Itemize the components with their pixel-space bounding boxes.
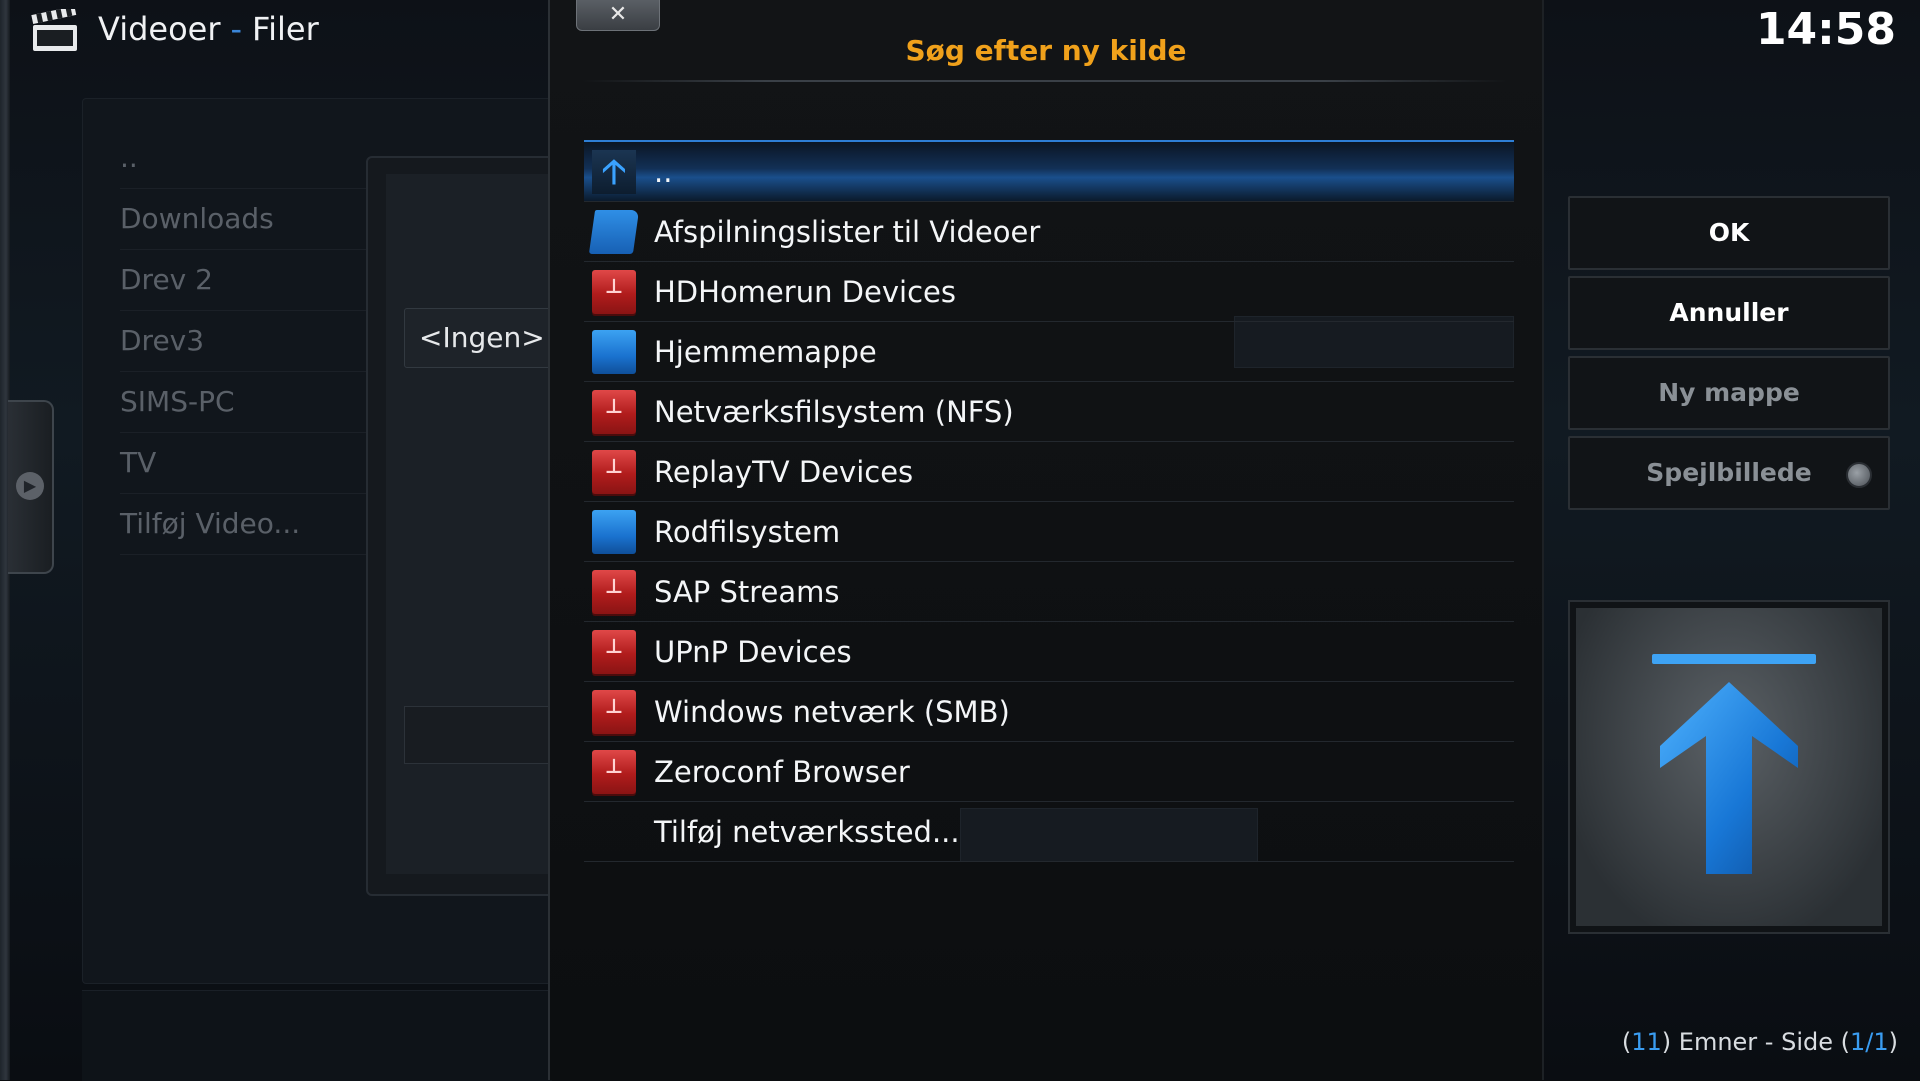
folder-icon <box>588 209 640 254</box>
breadcrumb-separator: - <box>230 10 243 48</box>
network-drive-icon <box>592 689 636 734</box>
file-list-item-label: .. <box>654 154 673 189</box>
network-drive-icon <box>592 629 636 674</box>
item-count-value: 11 <box>1631 1028 1662 1056</box>
new-folder-button[interactable]: Ny mappe <box>1568 356 1890 430</box>
file-list-item[interactable]: Hjemmemappe <box>584 322 1514 382</box>
preview-thumbnail <box>1568 600 1890 934</box>
paren-close: ) <box>1888 1028 1898 1056</box>
file-list-item[interactable]: HDHomerun Devices <box>584 262 1514 322</box>
item-count-text: ) Emner - Side ( <box>1661 1028 1850 1056</box>
clock: 14:58 <box>1755 4 1896 55</box>
side-menu-tab[interactable]: ▶ <box>8 400 54 574</box>
dialog-title: Søg efter ny kilde <box>905 34 1187 67</box>
up-arrow-icon <box>1652 654 1816 874</box>
clapperboard-icon <box>30 6 80 53</box>
file-list-item-label: ReplayTV Devices <box>654 454 914 489</box>
file-list-item[interactable]: UPnP Devices <box>584 622 1514 682</box>
file-list-item-label: Windows netværk (SMB) <box>654 694 1010 729</box>
file-list-item[interactable]: 🡡.. <box>584 140 1514 202</box>
network-drive-icon <box>592 269 636 314</box>
subsection-label: Filer <box>252 10 319 48</box>
file-list-item[interactable]: Zeroconf Browser <box>584 742 1514 802</box>
file-list-item-label: Hjemmemappe <box>654 334 877 369</box>
file-list-item[interactable]: Tilføj netværkssted... <box>584 802 1514 862</box>
file-list-item-label: Rodfilsystem <box>654 514 841 549</box>
close-button[interactable]: ✕ <box>576 0 660 31</box>
file-list-item-label: Netværksfilsystem (NFS) <box>654 394 1014 429</box>
content-type-selector[interactable]: <Ingen> <box>404 308 570 368</box>
network-drive-icon <box>592 569 636 614</box>
file-list-item[interactable]: Afspilningslister til Videoer <box>584 202 1514 262</box>
paren-open: ( <box>1621 1028 1632 1056</box>
drive-icon <box>592 509 636 554</box>
mirror-label: Spejlbillede <box>1646 458 1812 487</box>
up-arrow-icon: 🡡 <box>592 149 636 194</box>
file-list-item[interactable]: Rodfilsystem <box>584 502 1514 562</box>
preview-background <box>1576 608 1882 926</box>
cancel-button[interactable]: Annuller <box>1568 276 1890 350</box>
source-file-list: 🡡.. Afspilningslister til Videoer HDHomeru… <box>584 140 1514 862</box>
file-list-item-label: HDHomerun Devices <box>654 274 956 309</box>
background-footer <box>82 990 552 1081</box>
file-list-item[interactable]: Windows netværk (SMB) <box>584 682 1514 742</box>
file-list-item[interactable]: Netværksfilsystem (NFS) <box>584 382 1514 442</box>
network-drive-icon <box>592 449 636 494</box>
radio-toggle-icon <box>1846 462 1872 488</box>
file-list-item-label: SAP Streams <box>654 574 840 609</box>
background-add-source-dialog <box>366 156 560 896</box>
page-indicator: 1/1 <box>1850 1028 1889 1056</box>
source-name-input[interactable] <box>404 706 556 764</box>
ok-button[interactable]: OK <box>1568 196 1890 270</box>
blank-icon <box>592 810 636 854</box>
section-label: Videoer <box>98 10 221 48</box>
file-list-item-label: Afspilningslister til Videoer <box>654 214 1041 249</box>
chevron-right-icon: ▶ <box>16 472 44 500</box>
network-drive-icon <box>592 749 636 794</box>
page-title: Videoer - Filer <box>98 10 319 48</box>
background-dialog-body <box>386 174 558 874</box>
network-drive-icon <box>592 389 636 434</box>
file-list-item-label: Tilføj netværkssted... <box>654 814 960 849</box>
file-list-item-label: UPnP Devices <box>654 634 852 669</box>
file-list-item-label: Zeroconf Browser <box>654 754 910 789</box>
file-list-item[interactable]: ReplayTV Devices <box>584 442 1514 502</box>
file-list-item[interactable]: SAP Streams <box>584 562 1514 622</box>
mirror-toggle[interactable]: Spejlbillede <box>1568 436 1890 510</box>
title-divider <box>580 80 1510 82</box>
drive-icon <box>592 329 636 374</box>
item-count-status: (11) Emner - Side (1/1) <box>1560 1028 1898 1056</box>
